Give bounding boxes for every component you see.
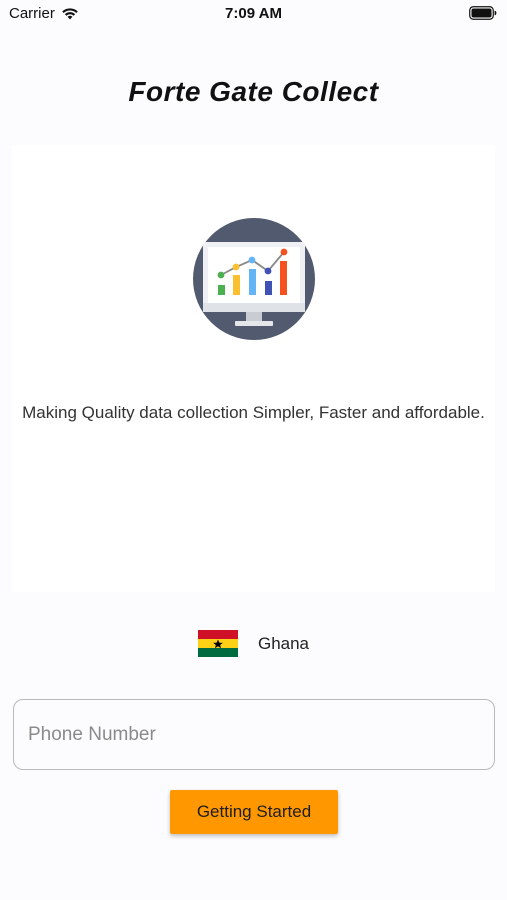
status-time: 7:09 AM (225, 5, 282, 22)
status-bar: Carrier 7:09 AM (0, 0, 507, 28)
app-title: Forte Gate Collect (128, 76, 379, 107)
ghana-flag-icon (197, 630, 238, 657)
monitor-chart-icon (192, 217, 316, 341)
tagline: Making Quality data collection Simpler, … (22, 403, 485, 422)
country-selector[interactable]: Ghana (0, 630, 507, 657)
battery-icon (469, 6, 497, 20)
hero-card: Making Quality data collection Simpler, … (12, 145, 495, 592)
country-name: Ghana (257, 633, 310, 653)
getting-started-button[interactable]: Getting Started (170, 790, 338, 834)
phone-number-input[interactable] (13, 699, 495, 770)
